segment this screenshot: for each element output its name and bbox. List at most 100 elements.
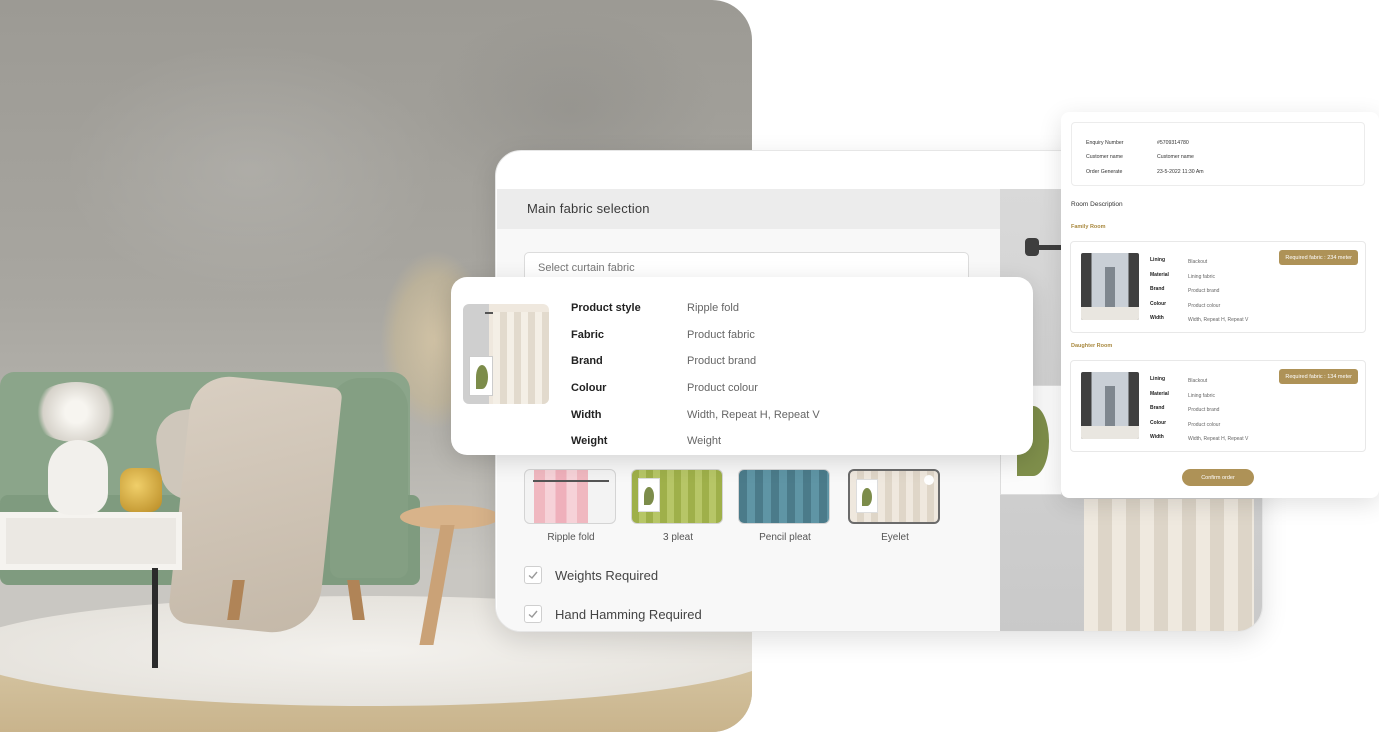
spec-key: Colour (1150, 419, 1167, 426)
gold-candle-holder (120, 468, 162, 512)
product-detail-card: Product style Ripple fold Fabric Product… (451, 277, 1033, 455)
info-key: Enquiry Number (1086, 140, 1124, 146)
room-name-family: Family Room (1071, 224, 1106, 230)
spec-key: Lining (1150, 257, 1165, 263)
spec-key: Lining (1150, 376, 1165, 382)
spec-row: Brand Product brand (1150, 405, 1248, 420)
detail-row-colour: Colour Product colour (571, 375, 1011, 402)
detail-row-brand: Brand Product brand (571, 348, 1011, 375)
style-option-eyelet[interactable]: Eyelet (848, 469, 942, 543)
form-title: Main fabric selection (527, 201, 650, 216)
hand-hamming-required-checkbox[interactable] (524, 605, 542, 623)
weights-required-checkbox[interactable] (524, 566, 542, 584)
spec-key: Brand (1150, 405, 1165, 412)
detail-value: Product fabric (687, 328, 755, 341)
required-fabric-badge: Required fabric : 134 meter (1279, 369, 1358, 384)
form-header: Main fabric selection (497, 189, 1000, 229)
detail-key: Width (571, 408, 602, 421)
detail-key: Product style (571, 302, 641, 315)
required-fabric-badge: Required fabric : 234 meter (1279, 250, 1358, 265)
detail-key: Fabric (571, 328, 605, 341)
info-row-enquiry-number: Enquiry Number #5709314780 (1086, 140, 1189, 146)
spec-value: Lining fabric (1188, 392, 1215, 399)
product-thumbnail (463, 304, 549, 404)
spec-value: Lining fabric (1188, 273, 1215, 280)
detail-key: Colour (571, 382, 607, 395)
detail-row-width: Width Width, Repeat H, Repeat V (571, 401, 1011, 428)
room-name-daughter: Daughter Room (1071, 343, 1113, 349)
spec-value: Product colour (1188, 302, 1221, 309)
spec-key: Width (1150, 434, 1164, 441)
spec-key: Material (1150, 390, 1169, 397)
room-description-title: Room Description (1071, 201, 1123, 208)
info-key: Customer name (1086, 154, 1123, 160)
spec-value: Width, Repeat H, Repeat V (1188, 317, 1249, 324)
detail-value: Width, Repeat H, Repeat V (687, 408, 820, 421)
spec-key: Colour (1150, 300, 1167, 307)
room-card-daughter: Lining Blackout Material Lining fabric Bra… (1070, 360, 1366, 452)
curtain-drape (1084, 499, 1254, 631)
spec-row: Colour Product colour (1150, 301, 1248, 316)
spec-row: Width Width, Repeat H, Repeat V (1150, 315, 1248, 330)
room-spec-list: Lining Blackout Material Lining fabric Bra… (1150, 257, 1248, 330)
3-pleat-thumbnail (631, 469, 723, 524)
product-detail-list: Product style Ripple fold Fabric Product… (571, 295, 1011, 455)
checkbox-label: Weights Required (555, 567, 659, 583)
style-label: Eyelet (881, 532, 909, 543)
order-info-box: Enquiry Number #5709314780 Customer name… (1071, 122, 1365, 186)
spec-row: Lining Blackout (1150, 257, 1248, 272)
spec-value: Product brand (1188, 407, 1220, 414)
order-summary-card: Enquiry Number #5709314780 Customer name… (1061, 112, 1379, 498)
throw-blanket (167, 372, 343, 638)
spec-value: Blackout (1188, 378, 1208, 384)
style-label: Ripple fold (547, 532, 595, 543)
spec-row: Width Width, Repeat H, Repeat V (1150, 434, 1248, 449)
spec-row: Colour Product colour (1150, 420, 1248, 435)
spec-row: Brand Product brand (1150, 286, 1248, 301)
spec-value: Width, Repeat H, Repeat V (1188, 436, 1249, 443)
eyelet-thumbnail (848, 469, 940, 524)
side-table (0, 512, 182, 570)
checkmark-icon (528, 571, 538, 579)
detail-value: Product brand (687, 355, 757, 368)
table-leg (152, 568, 158, 668)
info-value: #5709314780 (1157, 140, 1189, 146)
flower-bouquet (30, 382, 122, 442)
checkbox-label: Hand Hamming Required (555, 606, 702, 622)
spec-key: Width (1150, 315, 1164, 322)
room-spec-list: Lining Blackout Material Lining fabric Bra… (1150, 376, 1248, 449)
style-option-3-pleat[interactable]: 3 pleat (631, 469, 725, 543)
room-card-family: Lining Blackout Material Lining fabric Bra… (1070, 241, 1366, 333)
spec-row: Lining Blackout (1150, 376, 1248, 391)
spec-value: Blackout (1188, 259, 1208, 265)
info-value: 23-5-2022 11:30 Am (1157, 169, 1204, 175)
white-vase (48, 440, 108, 515)
hand-hamming-required-option[interactable]: Hand Hamming Required (524, 605, 702, 623)
detail-row-product-style: Product style Ripple fold (571, 295, 1011, 322)
detail-value: Weight (687, 435, 722, 448)
style-option-pencil-pleat[interactable]: Pencil pleat (738, 469, 832, 543)
pencil-pleat-thumbnail (738, 469, 830, 524)
info-value: Customer name (1157, 154, 1194, 160)
spec-row: Material Lining fabric (1150, 391, 1248, 406)
info-key: Order Generate (1086, 169, 1123, 175)
detail-value: Product colour (687, 382, 758, 395)
confirm-order-button[interactable]: Confirm order (1182, 469, 1254, 486)
spec-key: Brand (1150, 286, 1165, 293)
detail-row-fabric: Fabric Product fabric (571, 322, 1011, 349)
ripple-fold-thumbnail (524, 469, 616, 524)
spec-key: Material (1150, 271, 1169, 278)
detail-value: Ripple fold (687, 302, 739, 315)
spec-row: Material Lining fabric (1150, 272, 1248, 287)
info-row-customer-name: Customer name Customer name (1086, 154, 1194, 160)
wall-texture (60, 40, 440, 300)
checkmark-icon (528, 610, 538, 618)
room-photo (1081, 253, 1139, 320)
weights-required-option[interactable]: Weights Required (524, 566, 658, 584)
style-option-ripple-fold[interactable]: Ripple fold (524, 469, 618, 543)
style-label: Pencil pleat (759, 532, 811, 543)
info-row-order-generate: Order Generate 23-5-2022 11:30 Am (1086, 169, 1204, 175)
detail-key: Weight (571, 435, 608, 448)
spec-value: Product colour (1188, 421, 1221, 428)
detail-row-weight: Weight Weight (571, 428, 1011, 455)
